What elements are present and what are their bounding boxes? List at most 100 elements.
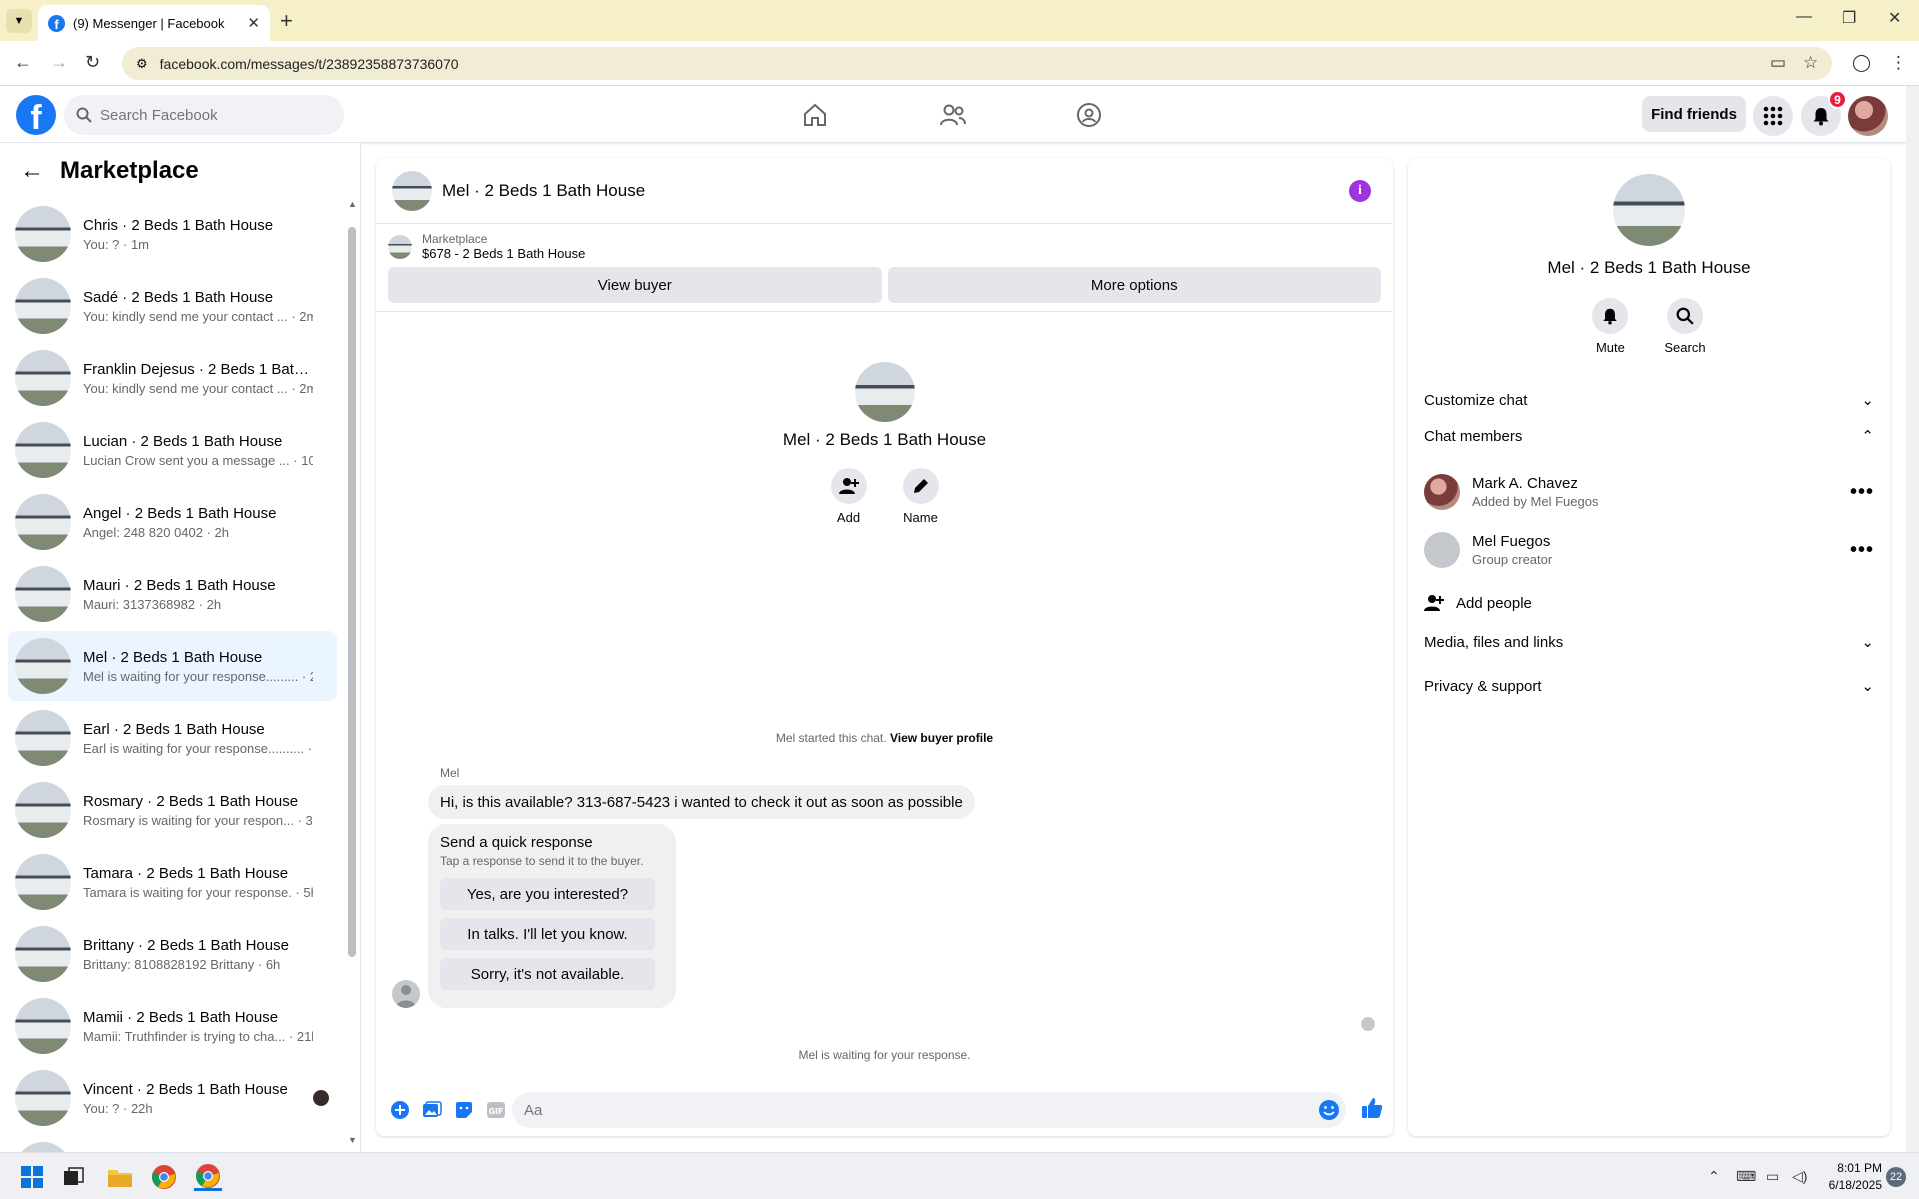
conversation-item[interactable]: Vincent · 2 Beds 1 Bath House You: ? · 22… [8, 1063, 337, 1133]
photo-icon[interactable] [416, 1094, 448, 1126]
back-arrow-icon[interactable]: ← [20, 157, 44, 185]
conversation-item[interactable]: Franklin Dejesus · 2 Beds 1 Bath ... You:… [8, 343, 337, 413]
sidebar-scrollbar[interactable]: ▲ ▼ [348, 199, 357, 1145]
friends-icon[interactable] [936, 98, 970, 132]
conversation-name: Brittany · 2 Beds 1 Bath House [83, 936, 289, 954]
chevron-up-icon: ⌃ [1861, 428, 1874, 445]
privacy-support-section[interactable]: Privacy & support ⌄ [1424, 669, 1874, 703]
bookmark-star-icon[interactable]: ☆ [1803, 53, 1818, 73]
back-icon[interactable]: ← [14, 52, 32, 73]
forward-icon[interactable]: → [50, 52, 68, 73]
profile-icon[interactable]: ◯ [1852, 53, 1871, 73]
member-row[interactable]: Mel Fuegos Group creator ••• [1424, 524, 1874, 576]
volume-icon[interactable]: ◁) [1792, 1168, 1807, 1185]
groups-icon[interactable] [1072, 98, 1106, 132]
view-buyer-profile-link[interactable]: View buyer profile [890, 731, 993, 745]
more-actions-icon[interactable] [384, 1094, 416, 1126]
network-icon[interactable]: ▭ [1766, 1168, 1779, 1185]
conversation-item[interactable]: Angel · 2 Beds 1 Bath House Angel: 248 82… [8, 487, 337, 557]
media-files-section[interactable]: Media, files and links ⌄ [1424, 625, 1874, 659]
like-thumb-icon[interactable] [1360, 1096, 1384, 1123]
find-friends-button[interactable]: Find friends [1642, 96, 1746, 132]
conversation-item[interactable]: Brittany · 2 Beds 1 Bath House Brittany: … [8, 919, 337, 989]
tab-search-button[interactable]: ▼ [6, 9, 32, 33]
conversation-item[interactable]: Allan · 2 Beds 1 Bath House [8, 1135, 337, 1152]
file-explorer-icon[interactable] [106, 1163, 134, 1191]
member-row[interactable]: Mark A. Chavez Added by Mel Fuegos ••• [1424, 466, 1874, 518]
emoji-icon[interactable] [1318, 1099, 1340, 1124]
conversation-item[interactable]: Rosmary · 2 Beds 1 Bath House Rosmary is … [8, 775, 337, 845]
more-dots-icon[interactable]: ••• [1850, 481, 1874, 504]
close-window-icon[interactable]: ✕ [1888, 8, 1901, 28]
chat-avatar[interactable] [392, 170, 432, 211]
browser-tab[interactable]: f (9) Messenger | Facebook ✕ [38, 5, 270, 41]
tray-chevron-up-icon[interactable]: ⌃ [1708, 1168, 1720, 1185]
search-action[interactable]: Search [1664, 298, 1706, 355]
conversation-item[interactable]: Earl · 2 Beds 1 Bath House Earl is waitin… [8, 703, 337, 773]
quick-response-in-talks[interactable]: In talks. I'll let you know. [440, 918, 655, 950]
chat-header: Mel · 2 Beds 1 Bath House i [376, 158, 1393, 224]
listing-title[interactable]: $678 - 2 Beds 1 Bath House [422, 246, 585, 261]
sticker-icon[interactable] [448, 1094, 480, 1126]
conversation-avatar [15, 638, 71, 694]
conversation-item[interactable]: Mel · 2 Beds 1 Bath House Mel is waiting … [8, 631, 337, 701]
clock-date: 6/18/2025 [1828, 1178, 1882, 1192]
quick-response-not-available[interactable]: Sorry, it's not available. [440, 958, 655, 990]
conversation-avatar [15, 926, 71, 982]
page-scrollbar[interactable] [1906, 86, 1919, 1152]
chrome-icon[interactable] [150, 1163, 178, 1191]
install-app-icon[interactable]: ▭ [1770, 53, 1786, 73]
conversation-item[interactable]: Chris · 2 Beds 1 Bath House You: ? · 1m [8, 199, 337, 269]
notification-center-badge[interactable]: 22 [1886, 1167, 1906, 1187]
gif-icon[interactable]: GIF [480, 1094, 512, 1126]
chrome-profile-icon[interactable] [194, 1163, 222, 1191]
quick-response-yes[interactable]: Yes, are you interested? [440, 878, 655, 910]
minimize-icon[interactable]: — [1796, 8, 1812, 26]
facebook-search-box[interactable] [64, 95, 344, 135]
search-input[interactable] [100, 106, 320, 124]
notifications-button[interactable]: 9 [1801, 90, 1847, 136]
scroll-up-icon[interactable]: ▲ [348, 199, 357, 209]
conversation-avatar [15, 206, 71, 262]
info-icon[interactable]: i [1349, 180, 1371, 202]
name-chat-action[interactable]: Name [902, 468, 939, 525]
conversation-item[interactable]: Mauri · 2 Beds 1 Bath House Mauri: 313736… [8, 559, 337, 629]
chat-title[interactable]: Mel · 2 Beds 1 Bath House [442, 181, 645, 201]
menu-grid-button[interactable] [1753, 96, 1793, 136]
conversation-name: Franklin Dejesus · 2 Beds 1 Bath ... [83, 360, 313, 378]
add-people-button[interactable]: Add people [1424, 586, 1532, 620]
restore-icon[interactable]: ❐ [1842, 8, 1856, 28]
new-tab-icon[interactable]: + [280, 8, 293, 34]
conversation-item[interactable]: Tamara · 2 Beds 1 Bath House Tamara is wa… [8, 847, 337, 917]
more-options-button[interactable]: More options [887, 267, 1381, 303]
chat-members-label: Chat members [1424, 427, 1523, 445]
conversation-item[interactable]: Sadé · 2 Beds 1 Bath House You: kindly se… [8, 271, 337, 341]
chat-members-section[interactable]: Chat members ⌃ [1424, 419, 1874, 453]
windows-start-icon[interactable] [18, 1163, 46, 1191]
facebook-logo-icon[interactable]: f [16, 95, 56, 135]
account-avatar[interactable] [1848, 96, 1888, 136]
message-input-box[interactable] [512, 1092, 1346, 1128]
task-view-icon[interactable] [60, 1163, 88, 1191]
sidebar-scroll-thumb[interactable] [348, 227, 356, 957]
message-bubble[interactable]: Hi, is this available? 313-687-5423 i wa… [428, 785, 975, 819]
browser-menu-icon[interactable]: ⋮ [1890, 53, 1907, 73]
customize-chat-section[interactable]: Customize chat ⌄ [1424, 383, 1874, 417]
site-info-icon[interactable]: ⚙ [136, 56, 148, 72]
url-field[interactable]: ⚙ facebook.com/messages/t/23892358873736… [122, 47, 1832, 80]
more-dots-icon[interactable]: ••• [1850, 539, 1874, 562]
message-input[interactable] [524, 1101, 1284, 1119]
listing-thumbnail[interactable] [388, 234, 412, 259]
reload-icon[interactable]: ↻ [85, 52, 100, 73]
add-member-action[interactable]: Add [830, 468, 867, 525]
home-icon[interactable] [798, 98, 832, 132]
system-clock[interactable]: 8:01 PM 6/18/2025 [1822, 1160, 1882, 1194]
conversation-item[interactable]: Lucian · 2 Beds 1 Bath House Lucian Crow … [8, 415, 337, 485]
close-tab-icon[interactable]: ✕ [247, 14, 260, 32]
conversation-item[interactable]: Mamii · 2 Beds 1 Bath House Mamii: Truthf… [8, 991, 337, 1061]
view-buyer-button[interactable]: View buyer [388, 267, 882, 303]
mute-action[interactable]: Mute [1592, 298, 1629, 355]
keyboard-icon[interactable]: ⌨ [1736, 1168, 1756, 1185]
scroll-down-icon[interactable]: ▼ [348, 1135, 357, 1145]
facebook-favicon-icon: f [48, 14, 65, 32]
